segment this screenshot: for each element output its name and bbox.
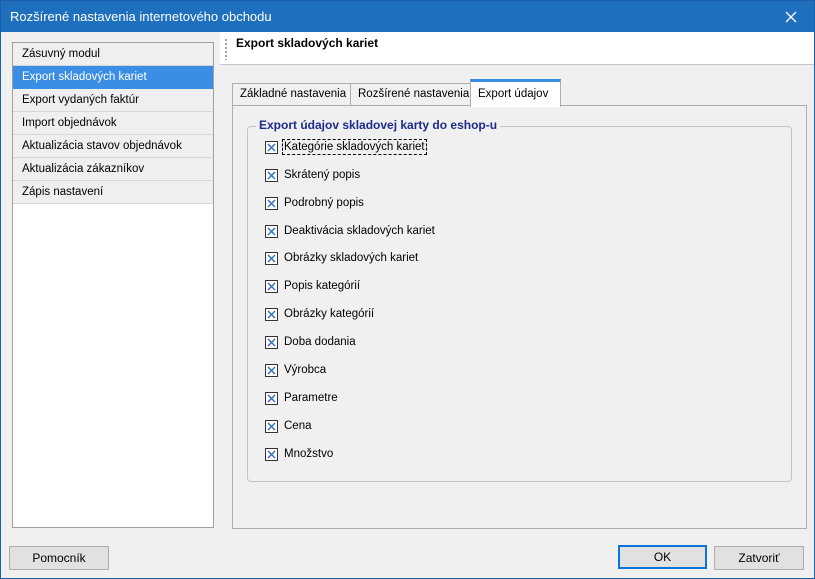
checkbox-checked-icon[interactable] xyxy=(265,279,278,293)
nav-item-label: Zásuvný modul xyxy=(22,48,100,60)
dialog-window: Rozšírené nastavenia internetového obcho… xyxy=(0,0,815,579)
checkbox-label: Výrobca xyxy=(284,364,327,376)
panel-header: Export skladových kariet xyxy=(220,32,814,65)
checkbox-parametre[interactable]: Parametre xyxy=(265,390,338,406)
nav-item-export-vydanych-faktur[interactable]: Export vydaných faktúr xyxy=(13,89,213,112)
checkbox-checked-icon[interactable] xyxy=(265,391,278,405)
grip-handle xyxy=(225,38,227,60)
checkbox-label: Obrázky skladových kariet xyxy=(284,252,419,264)
nav-item-zasuvny-modul[interactable]: Zásuvný modul xyxy=(13,43,213,66)
checkbox-checked-icon[interactable] xyxy=(265,447,278,461)
checkbox-label: Deaktivácia skladových kariet xyxy=(284,225,435,237)
nav-item-label: Aktualizácia stavov objednávok xyxy=(22,140,182,152)
close-icon[interactable] xyxy=(768,1,814,32)
checkbox-label: Doba dodania xyxy=(284,336,356,348)
checkbox-checked-icon[interactable] xyxy=(265,335,278,349)
tab-rozsirene-nastavenia[interactable]: Rozšírené nastavenia xyxy=(350,83,473,105)
checkbox-label: Podrobný popis xyxy=(284,197,364,209)
checkbox-label: Obrázky kategórií xyxy=(284,308,375,320)
settings-nav-list: Zásuvný modul Export skladových kariet E… xyxy=(12,42,214,528)
nav-item-zapis-nastaveni[interactable]: Zápis nastavení xyxy=(13,181,213,204)
window-title: Rozšírené nastavenia internetového obcho… xyxy=(10,9,272,24)
title-bar[interactable]: Rozšírené nastavenia internetového obcho… xyxy=(1,1,814,32)
nav-item-label: Zápis nastavení xyxy=(22,186,104,198)
nav-item-import-objednavok[interactable]: Import objednávok xyxy=(13,112,213,135)
checkbox-checked-icon[interactable] xyxy=(265,196,278,210)
checkbox-label: Skrátený popis xyxy=(284,169,361,181)
checkbox-checked-icon[interactable] xyxy=(265,419,278,433)
panel-heading: Export skladových kariet xyxy=(236,36,379,50)
checkbox-label: Cena xyxy=(284,420,312,432)
checkbox-obrazky-kategorii[interactable]: Obrázky kategórií xyxy=(265,306,374,322)
checkbox-checked-icon[interactable] xyxy=(265,224,278,238)
checkbox-checked-icon[interactable] xyxy=(265,307,278,321)
checkbox-popis-kategorii[interactable]: Popis kategórií xyxy=(265,278,360,294)
tab-label: Rozšírené nastavenia xyxy=(358,88,470,100)
checkbox-checked-icon[interactable] xyxy=(265,251,278,265)
ok-button[interactable]: OK xyxy=(618,545,707,569)
nav-item-aktualizacia-stavov[interactable]: Aktualizácia stavov objednávok xyxy=(13,135,213,158)
tab-export-udajov[interactable]: Export údajov xyxy=(470,79,561,107)
tab-label: Export údajov xyxy=(478,88,549,100)
close-button[interactable]: Zatvoriť xyxy=(714,546,804,570)
checkbox-cena[interactable]: Cena xyxy=(265,418,312,434)
tab-page-export-udajov: Export údajov skladovej karty do eshop-u… xyxy=(232,105,807,529)
checkbox-podrobny-popis[interactable]: Podrobný popis xyxy=(265,195,364,211)
groupbox-legend: Export údajov skladovej karty do eshop-u xyxy=(256,118,501,132)
nav-item-label: Export skladových kariet xyxy=(22,71,147,83)
settings-panel: Export skladových kariet Základné nastav… xyxy=(220,32,814,537)
nav-item-label: Import objednávok xyxy=(22,117,117,129)
tab-zakladne-nastavenia[interactable]: Základné nastavenia xyxy=(232,83,351,105)
checkbox-label: Kategórie skladových kariet xyxy=(282,139,427,155)
checkbox-checked-icon[interactable] xyxy=(265,363,278,377)
checkbox-deaktivacia-skladovych-kariet[interactable]: Deaktivácia skladových kariet xyxy=(265,223,435,239)
checkbox-label: Parametre xyxy=(284,392,338,404)
tab-label: Základné nastavenia xyxy=(240,88,347,100)
checkbox-checked-icon[interactable] xyxy=(265,140,278,154)
nav-item-export-skladovych-kariet[interactable]: Export skladových kariet xyxy=(13,66,213,89)
nav-item-aktualizacia-zakaznikov[interactable]: Aktualizácia zákazníkov xyxy=(13,158,213,181)
checkbox-checked-icon[interactable] xyxy=(265,168,278,182)
checkbox-vyrobca[interactable]: Výrobca xyxy=(265,362,326,378)
checkbox-label: Popis kategórií xyxy=(284,280,361,292)
checkbox-kategorie-skladovych-kariet[interactable]: Kategórie skladových kariet xyxy=(265,139,427,155)
checkbox-doba-dodania[interactable]: Doba dodania xyxy=(265,334,356,350)
nav-item-label: Export vydaných faktúr xyxy=(22,94,139,106)
checkbox-obrazky-skladovych-kariet[interactable]: Obrázky skladových kariet xyxy=(265,250,418,266)
help-button[interactable]: Pomocník xyxy=(9,546,109,570)
checkbox-mnozstvo[interactable]: Množstvo xyxy=(265,446,333,462)
export-data-groupbox: Export údajov skladovej karty do eshop-u… xyxy=(247,118,792,482)
checkbox-skrateny-popis[interactable]: Skrátený popis xyxy=(265,167,360,183)
nav-item-label: Aktualizácia zákazníkov xyxy=(22,163,145,175)
checkbox-label: Množstvo xyxy=(284,448,334,460)
